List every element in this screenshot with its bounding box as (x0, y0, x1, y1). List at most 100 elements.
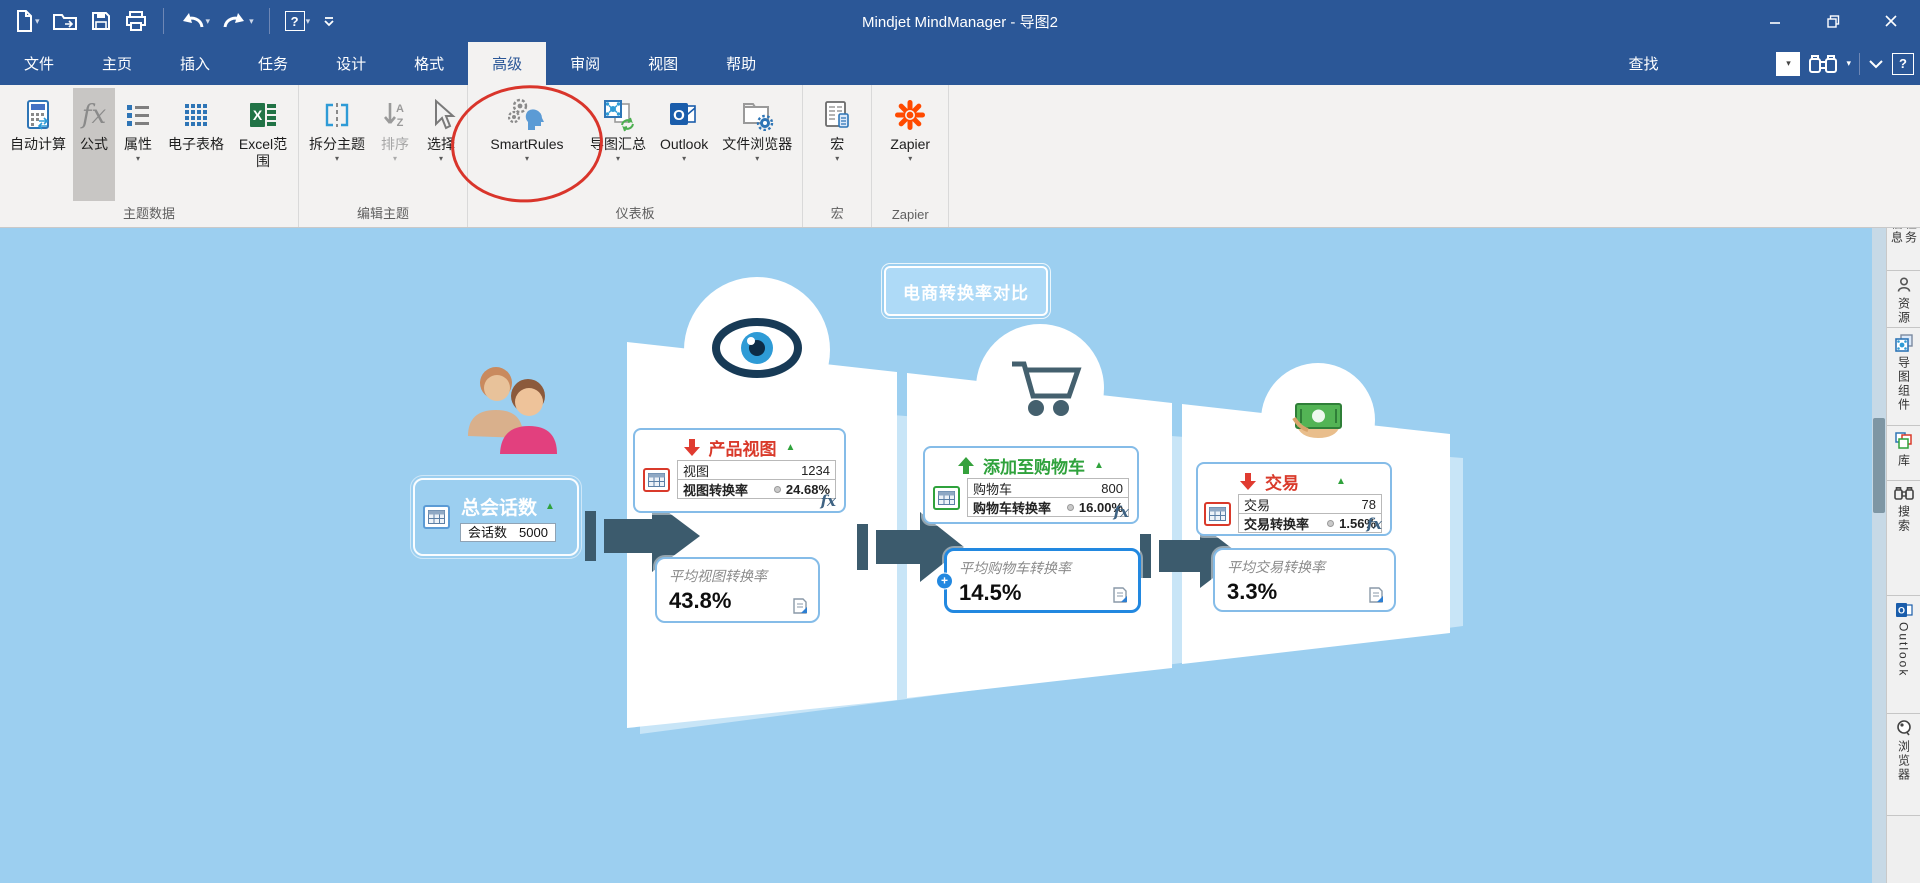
find-label[interactable]: 查找 (1628, 53, 1658, 74)
central-topic[interactable]: 电商转换率对比 (884, 266, 1048, 316)
customize-quick-access-button[interactable] (318, 12, 340, 30)
table-row: 购物车转换率 16.00% (967, 497, 1129, 517)
spreadsheet-chip-icon[interactable] (933, 486, 960, 510)
row-value: 1234 (801, 463, 830, 478)
minimize-button[interactable] (1746, 0, 1804, 42)
notes-icon[interactable] (792, 598, 808, 614)
sidebar-tab-map-parts[interactable]: 导图组件 (1887, 328, 1920, 426)
sidebar-tab-label: 任务信息 (1890, 228, 1918, 254)
spreadsheet-button[interactable]: 电子表格 (161, 88, 231, 201)
undo-button[interactable]: ▾ (175, 8, 215, 34)
button-label: 公式 (80, 136, 108, 153)
sidebar-tab-browser[interactable]: 浏览器 (1887, 714, 1920, 816)
formula-button[interactable]: fx 公式 (73, 88, 115, 201)
properties-button[interactable]: 属性 ▾ (115, 88, 161, 201)
help-button[interactable]: ? ▾ (281, 9, 315, 33)
row-name: 交易转换率 (1244, 514, 1327, 533)
sidebar-tab-library[interactable]: 库 (1887, 426, 1920, 481)
tab-task[interactable]: 任务 (234, 42, 312, 85)
collapse-toggle-icon[interactable]: ▲ (545, 501, 555, 512)
group-label: 主题数据 (3, 201, 295, 227)
table-row: 购物车 800 (967, 478, 1129, 498)
dropdown-arrow-icon: ▾ (136, 153, 140, 164)
sort-az-icon: AZ (379, 94, 411, 136)
select-button[interactable]: 选择 ▾ (418, 88, 464, 201)
metric-table: 购物车 800 购物车转换率 16.00% (967, 478, 1129, 517)
add-topic-badge[interactable]: + (936, 572, 953, 589)
toolbar-separator (163, 8, 164, 34)
file-browser-button[interactable]: 文件浏览器 ▾ (715, 88, 799, 201)
collapse-toggle-icon[interactable]: ▲ (786, 442, 796, 453)
smartrules-button[interactable]: SmartRules ▾ (471, 88, 583, 201)
topic-title: 添加至购物车 (983, 453, 1085, 478)
spreadsheet-grid-icon (180, 94, 212, 136)
spreadsheet-chip-icon[interactable] (643, 468, 670, 492)
search-history-dropdown[interactable]: ▾ (1776, 52, 1800, 76)
dropdown-arrow-icon: ▾ (525, 153, 529, 164)
zapier-button[interactable]: Zapier ▾ (875, 88, 945, 205)
redo-button[interactable]: ▾ (218, 8, 258, 34)
binoculars-icon[interactable] (1808, 52, 1838, 76)
notes-icon[interactable] (1368, 587, 1384, 603)
sidebar-tab-outlook[interactable]: O Outlook (1887, 596, 1920, 714)
row-value: 800 (1101, 481, 1123, 496)
topic-avg-view-rate[interactable]: 平均视图转换率 43.8% (655, 557, 820, 623)
tab-home[interactable]: 主页 (78, 42, 156, 85)
dropdown-arrow-icon[interactable]: ▾ (249, 16, 254, 27)
tab-advanced[interactable]: 高级 (468, 42, 546, 85)
topic-total-sessions[interactable]: 总会话数 ▲ 会话数 5000 (413, 478, 579, 556)
excel-range-button[interactable]: X Excel范围 (231, 88, 295, 201)
open-button[interactable] (48, 8, 82, 34)
sidebar-tab-search[interactable]: 搜索 (1887, 481, 1920, 596)
map-rollup-button[interactable]: 导图汇总 ▾ (583, 88, 653, 201)
collapse-ribbon-icon[interactable] (1868, 58, 1884, 70)
vertical-scrollbar[interactable] (1872, 228, 1886, 883)
people-icon (468, 367, 557, 454)
topic-transactions[interactable]: 交易 ▲ 交易 78 交易转换率 1.56% (1196, 462, 1392, 536)
tab-insert[interactable]: 插入 (156, 42, 234, 85)
tab-file[interactable]: 文件 (0, 42, 78, 85)
topic-add-to-cart[interactable]: 添加至购物车 ▲ 购物车 800 购物车转换率 16.00% (923, 446, 1139, 524)
button-label: 导图汇总 (590, 136, 646, 153)
dropdown-arrow-icon[interactable]: ▾ (35, 16, 40, 27)
ribbon-help-button[interactable]: ? (1892, 53, 1914, 75)
dropdown-arrow-icon[interactable]: ▾ (306, 16, 311, 27)
topic-avg-transaction-rate[interactable]: 平均交易转换率 3.3% (1213, 548, 1396, 612)
split-topic-button[interactable]: 拆分主题 ▾ (302, 88, 372, 201)
cursor-icon (425, 94, 457, 136)
topic-title: 交易 (1265, 469, 1299, 494)
topic-avg-cart-rate[interactable]: + 平均购物车转换率 14.5% (944, 548, 1141, 613)
macro-button[interactable]: 宏 ▾ (806, 88, 868, 201)
auto-calc-button[interactable]: 自动计算 (3, 88, 73, 201)
button-label: 自动计算 (10, 136, 66, 153)
dropdown-arrow-icon: ▾ (616, 153, 620, 164)
print-button[interactable] (120, 8, 152, 34)
collapse-toggle-icon[interactable]: ▲ (1336, 476, 1346, 487)
table-row: 交易 78 (1238, 494, 1382, 514)
tab-help[interactable]: 帮助 (702, 42, 780, 85)
spreadsheet-chip-icon[interactable] (423, 505, 450, 529)
maximize-button[interactable] (1804, 0, 1862, 42)
sidebar-tab-task-info[interactable]: 任务信息 (1887, 228, 1920, 271)
sidebar-tab-resources[interactable]: 资源 (1887, 271, 1920, 328)
topic-title: 总会话数 (461, 493, 537, 520)
tab-format[interactable]: 格式 (390, 42, 468, 85)
spreadsheet-chip-icon[interactable] (1204, 502, 1231, 526)
button-label: Zapier (890, 136, 930, 153)
dropdown-arrow-icon[interactable]: ▾ (206, 16, 211, 27)
tab-view[interactable]: 视图 (624, 42, 702, 85)
notes-icon[interactable] (1112, 587, 1128, 603)
new-document-button[interactable]: ▾ (10, 7, 44, 35)
scrollbar-thumb[interactable] (1873, 418, 1885, 513)
tab-review[interactable]: 审阅 (546, 42, 624, 85)
collapse-toggle-icon[interactable]: ▲ (1094, 460, 1104, 471)
dropdown-arrow-icon[interactable]: ▾ (1846, 58, 1851, 69)
sidebar-tab-label: 资源 (1897, 297, 1911, 325)
topic-product-view[interactable]: 产品视图 ▲ 视图 1234 视图转换率 24.68% (633, 428, 846, 513)
map-canvas[interactable]: 电商转换率对比 总会话数 ▲ 会话数 5000 产品视图 (0, 228, 1920, 883)
save-button[interactable] (86, 8, 116, 34)
quick-access-toolbar: ▾ ▾ ▾ ? ▾ (0, 0, 340, 42)
close-button[interactable] (1862, 0, 1920, 42)
tab-design[interactable]: 设计 (312, 42, 390, 85)
outlook-button[interactable]: O Outlook ▾ (653, 88, 715, 201)
